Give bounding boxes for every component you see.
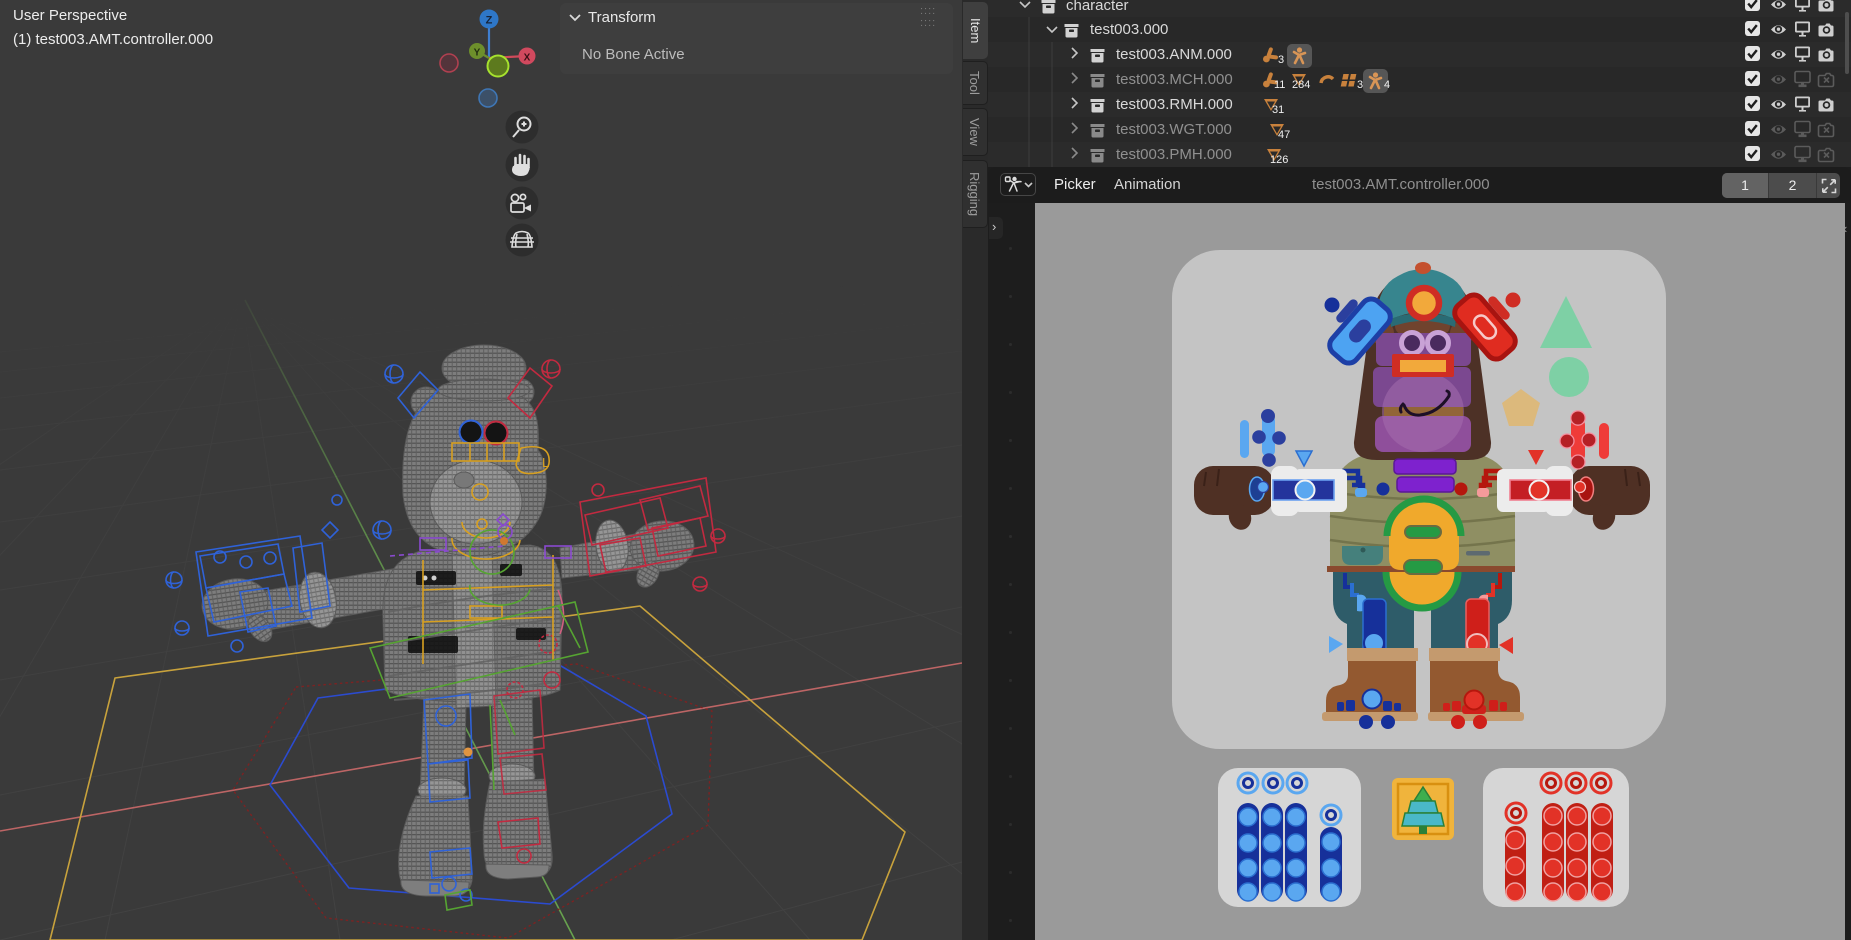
- svg-text:test003.RMH.000: test003.RMH.000: [1116, 96, 1233, 113]
- svg-text:126: 126: [1270, 154, 1288, 166]
- svg-text:character: character: [1066, 0, 1129, 14]
- svg-text:284: 284: [1292, 79, 1310, 91]
- svg-text:47: 47: [1278, 129, 1290, 141]
- svg-text:3: 3: [1357, 79, 1363, 91]
- svg-text:11: 11: [1274, 79, 1285, 91]
- svg-text:Z: Z: [486, 15, 493, 27]
- svg-text:X: X: [524, 53, 531, 64]
- svg-text:test003.WGT.000: test003.WGT.000: [1116, 121, 1232, 138]
- svg-text:3: 3: [1278, 54, 1284, 66]
- svg-text:4: 4: [1384, 79, 1390, 91]
- svg-text:31: 31: [1272, 104, 1284, 116]
- svg-text:test003.000: test003.000: [1090, 21, 1168, 38]
- svg-text:test003.PMH.000: test003.PMH.000: [1116, 146, 1232, 163]
- svg-text:test003.MCH.000: test003.MCH.000: [1116, 71, 1233, 88]
- svg-text:test003.ANM.000: test003.ANM.000: [1116, 46, 1232, 63]
- svg-text:Y: Y: [474, 48, 481, 59]
- svg-text:L: L: [542, 455, 549, 470]
